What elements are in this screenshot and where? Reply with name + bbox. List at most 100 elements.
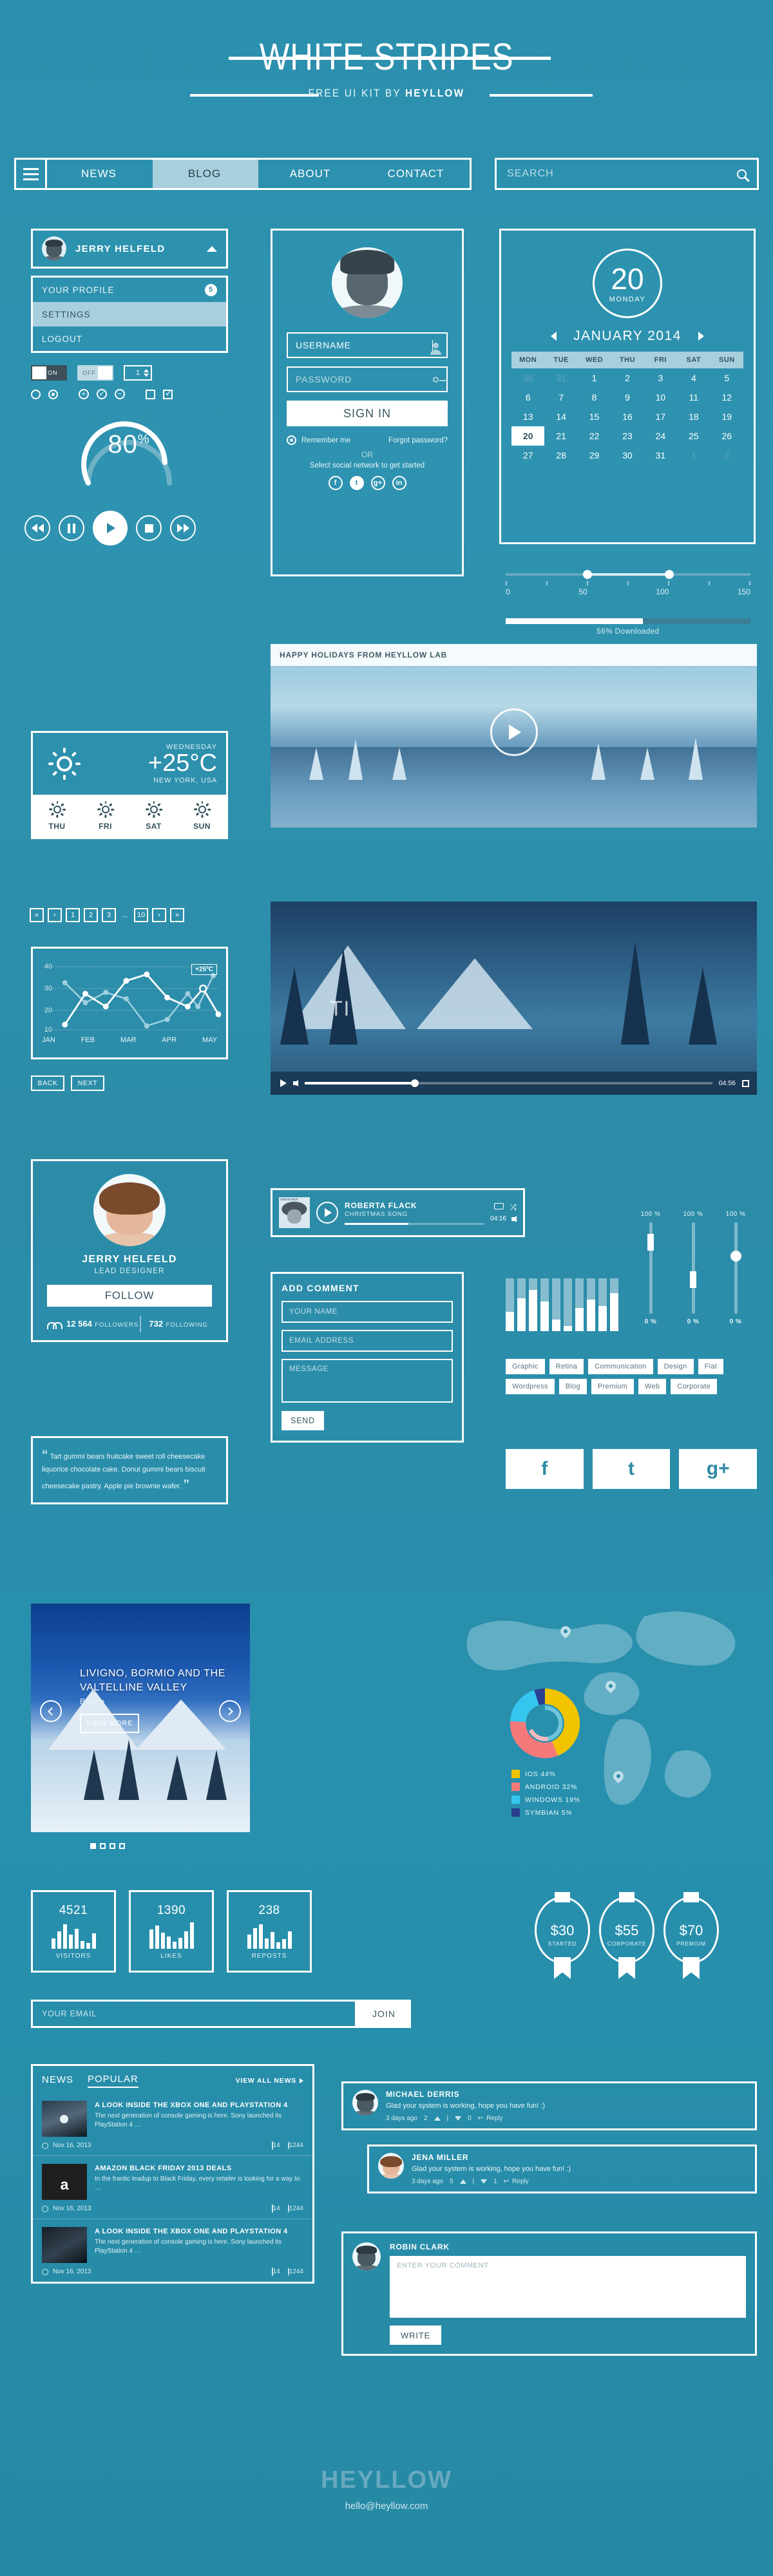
player-right-controls[interactable]: ⤨ 04:16 xyxy=(490,1203,517,1222)
stop-icon[interactable] xyxy=(136,515,162,541)
pagination-item[interactable]: « xyxy=(30,908,44,922)
nav-item-blog[interactable]: BLOG xyxy=(153,160,258,188)
login-form[interactable]: USERNAME PASSWORD SIGN IN Remember me Fo… xyxy=(271,229,464,576)
vertical-slider-3[interactable]: 100 % 0 % xyxy=(723,1211,748,1340)
volume-icon[interactable] xyxy=(293,1080,298,1086)
google-plus-icon[interactable]: g+ xyxy=(370,476,385,490)
equalizer-bar[interactable] xyxy=(517,1278,526,1331)
view-all-news-link[interactable]: VIEW ALL NEWS xyxy=(236,2077,303,2085)
upvote-icon[interactable] xyxy=(434,2116,441,2121)
toggle-switch-on[interactable]: ON xyxy=(31,365,67,381)
email-field[interactable]: EMAIL ADDRESS xyxy=(282,1330,453,1352)
vertical-slider-1[interactable]: 100 % 0 % xyxy=(638,1211,663,1340)
downvote-icon[interactable] xyxy=(455,2116,462,2121)
equalizer-bar[interactable] xyxy=(564,1278,572,1331)
minus-icon[interactable]: − xyxy=(115,389,125,399)
tag-item[interactable]: Corporate xyxy=(671,1379,717,1394)
calendar-day[interactable]: 31 xyxy=(644,446,677,465)
calendar-day[interactable]: 14 xyxy=(544,407,577,426)
email-field[interactable]: YOUR EMAIL xyxy=(31,2000,357,2028)
calendar-day[interactable]: 16 xyxy=(611,407,644,426)
news-feed[interactable]: NEWS POPULAR VIEW ALL NEWS A LOOK INSIDE… xyxy=(31,2064,314,2284)
arrow-right-icon[interactable] xyxy=(698,332,704,341)
chevron-left-icon[interactable] xyxy=(40,1700,62,1722)
back-next-buttons[interactable]: BACK NEXT xyxy=(31,1075,104,1091)
menu-item-logout[interactable]: LOGOUT xyxy=(33,327,226,351)
follow-button[interactable]: FOLLOW xyxy=(47,1285,212,1307)
calendar-day[interactable]: 30 xyxy=(511,368,544,388)
checkbox-unchecked[interactable] xyxy=(146,389,155,399)
calendar-day[interactable]: 10 xyxy=(644,388,677,407)
pagination-item[interactable]: ‹ xyxy=(48,908,62,922)
password-field[interactable]: PASSWORD xyxy=(287,366,448,392)
equalizer-bar[interactable] xyxy=(575,1278,584,1331)
subscribe-form[interactable]: YOUR EMAIL JOIN xyxy=(31,2000,411,2028)
calendar-day[interactable]: 12 xyxy=(711,388,743,407)
search-input[interactable]: SEARCH xyxy=(507,168,737,180)
join-button[interactable]: JOIN xyxy=(357,2000,411,2028)
twitter-icon[interactable]: t xyxy=(349,476,364,490)
calendar-day[interactable]: 11 xyxy=(677,388,710,407)
reply-button[interactable]: ↩ Reply xyxy=(504,2178,529,2185)
slider-track[interactable] xyxy=(730,1222,741,1314)
slider-handle-right[interactable] xyxy=(665,570,674,579)
forecast-day-fri[interactable]: FRI xyxy=(81,795,129,837)
pagination-item[interactable]: 10 xyxy=(134,908,148,922)
calendar-day[interactable]: 24 xyxy=(644,426,677,446)
calendar-day[interactable]: 28 xyxy=(544,446,577,465)
calendar-day-selected[interactable]: 20 xyxy=(511,426,545,446)
calendar-day[interactable]: 26 xyxy=(711,426,743,446)
forecast-day-sun[interactable]: SUN xyxy=(178,795,226,837)
music-player[interactable]: roberta flack ROBERTA FLACK CHRISTMAS SO… xyxy=(271,1188,525,1237)
slider-handle[interactable] xyxy=(690,1271,696,1288)
facebook-icon[interactable]: f xyxy=(506,1449,584,1489)
video-seek-bar[interactable] xyxy=(305,1079,712,1087)
range-slider[interactable]: 0 50 100 150 xyxy=(506,567,750,603)
slider-track[interactable] xyxy=(690,1222,696,1314)
calendar-day[interactable]: 31 xyxy=(544,368,577,388)
hamburger-icon[interactable] xyxy=(16,160,47,188)
play-circle-icon[interactable] xyxy=(490,708,538,756)
slider-handle-left[interactable] xyxy=(583,570,592,579)
carousel-dot-4[interactable] xyxy=(119,1843,125,1849)
calendar-day[interactable]: 19 xyxy=(711,407,743,426)
comment-footer[interactable]: 3 days ago 2 | 0 ↩ Reply xyxy=(386,2115,545,2122)
slider-handle[interactable] xyxy=(647,1234,654,1251)
view-more-button[interactable]: VIEW MORE xyxy=(80,1714,139,1734)
calendar-day[interactable]: 8 xyxy=(578,388,611,407)
main-navigation[interactable]: NEWS BLOG ABOUT CONTACT xyxy=(14,158,472,190)
equalizer-bar[interactable] xyxy=(598,1278,607,1331)
facebook-icon[interactable]: f xyxy=(328,476,343,490)
back-button[interactable]: BACK xyxy=(31,1075,64,1091)
vertical-slider-2[interactable]: 100 % 0 % xyxy=(681,1211,705,1340)
calendar-day[interactable]: 9 xyxy=(611,388,644,407)
arrow-left-icon[interactable] xyxy=(551,332,557,341)
play-icon[interactable] xyxy=(280,1079,287,1087)
nav-item-about[interactable]: ABOUT xyxy=(258,160,364,188)
calendar-day[interactable]: 2 xyxy=(611,368,644,388)
forecast-day-sat[interactable]: SAT xyxy=(129,795,178,837)
equalizer-bar[interactable] xyxy=(610,1278,618,1331)
calendar-day[interactable]: 7 xyxy=(544,388,577,407)
plus-icon[interactable]: + xyxy=(79,389,89,399)
video-hero[interactable]: HAPPY HOLIDAYS FROM HEYLLOW LAB xyxy=(271,644,757,828)
carousel-dot-2[interactable] xyxy=(100,1843,106,1849)
slider-track[interactable] xyxy=(647,1222,654,1314)
radio-unselected[interactable] xyxy=(31,389,41,399)
radio-selected[interactable] xyxy=(48,389,58,399)
pagination-item[interactable]: › xyxy=(152,908,166,922)
next-icon[interactable] xyxy=(170,515,196,541)
calendar-widget[interactable]: 20 MONDAY JANUARY 2014 MON TUE WED THU FRI SA… xyxy=(499,229,756,544)
calendar-day[interactable]: 29 xyxy=(578,446,611,465)
add-comment-form[interactable]: ADD COMMENT YOUR NAME EMAIL ADDRESS MESS… xyxy=(271,1272,464,1443)
forgot-password-link[interactable]: Forgot password? xyxy=(388,437,448,444)
pagination-item[interactable]: » xyxy=(170,908,184,922)
next-button[interactable]: NEXT xyxy=(71,1075,104,1091)
calendar-day[interactable]: 18 xyxy=(677,407,710,426)
calendar-day[interactable]: 2 xyxy=(711,446,743,465)
tag-item[interactable]: Premium xyxy=(591,1379,635,1394)
news-item[interactable]: A LOOK INSIDE THE XBOX ONE AND PLAYSTATI… xyxy=(33,2093,312,2137)
footer-email[interactable]: hello@heyllow.com xyxy=(0,2501,773,2512)
calendar-day[interactable]: 1 xyxy=(677,446,710,465)
social-buttons[interactable]: f t g+ xyxy=(506,1449,758,1489)
